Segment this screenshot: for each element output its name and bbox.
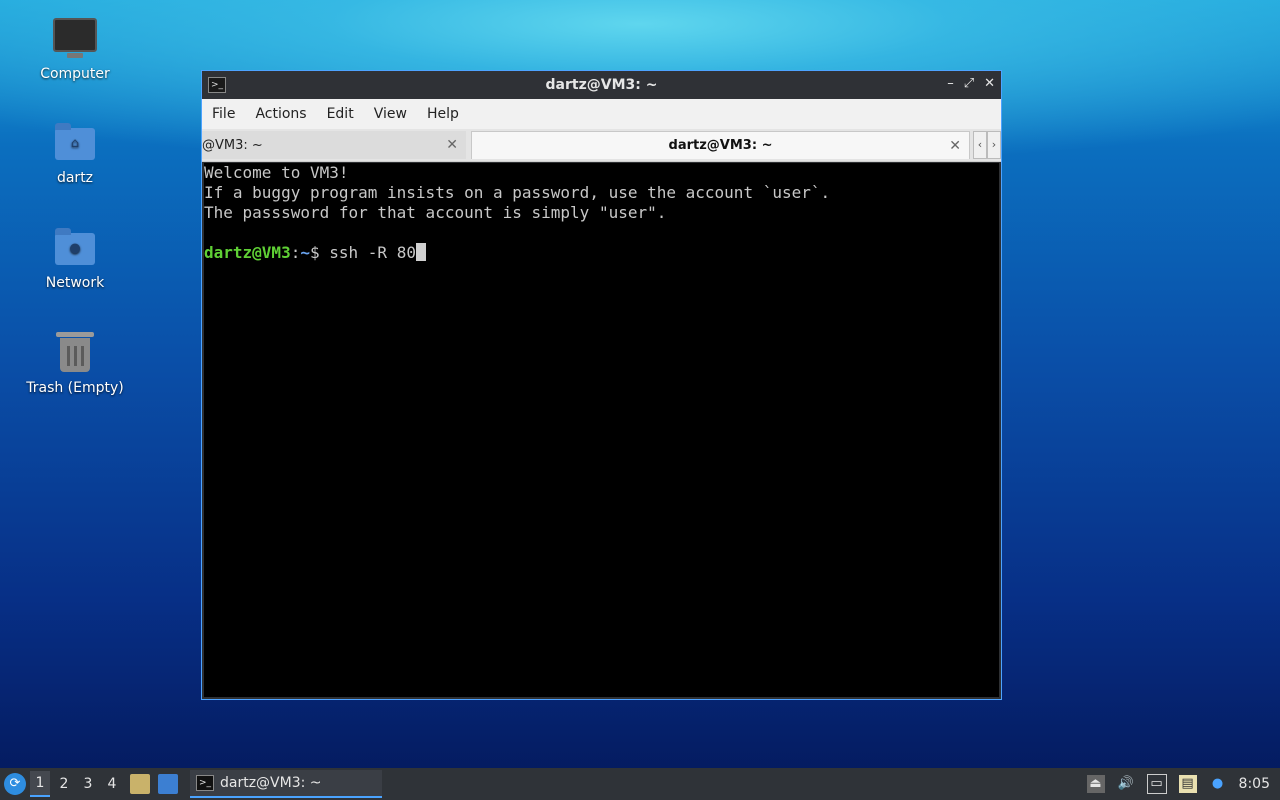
close-button[interactable]: ✕ (984, 76, 995, 91)
file-manager-icon[interactable] (130, 774, 150, 794)
menu-edit[interactable]: Edit (317, 106, 364, 122)
maximize-button[interactable]: ⤢ (964, 76, 974, 91)
desktop-icon-trash[interactable]: Trash (Empty) (20, 330, 130, 396)
tab-label: @VM3: ~ (202, 137, 263, 153)
trash-icon (53, 330, 97, 374)
prompt-symbol: $ (309, 243, 320, 262)
menubar: File Actions Edit View Help (202, 99, 1001, 129)
terminal-app-icon: >_ (196, 775, 214, 791)
prompt-command: ssh -R 80 (319, 243, 416, 262)
desktop-icon-label: Network (45, 275, 105, 291)
workspace-3[interactable]: 3 (78, 772, 98, 796)
clock[interactable]: 8:05 (1239, 776, 1270, 792)
desktop-icon-dartz[interactable]: ⌂ dartz (20, 120, 130, 186)
taskbar: ⟳ 1 2 3 4 >_ dartz@VM3: ~ ⏏ 🔊 ▭ ▤ ● 8:05 (0, 768, 1280, 800)
tab-close-icon[interactable]: ✕ (446, 137, 458, 153)
menu-actions[interactable]: Actions (245, 106, 316, 122)
terminal-prompt-line[interactable]: dartz@VM3:~$ ssh -R 80 (204, 243, 999, 263)
eject-icon[interactable]: ⏏ (1086, 775, 1105, 793)
terminal-window[interactable]: >_ dartz@VM3: ~ – ⤢ ✕ File Actions Edit … (201, 70, 1002, 700)
desktop-icon-label: Trash (Empty) (26, 380, 124, 396)
window-title: dartz@VM3: ~ (545, 77, 658, 93)
task-label: dartz@VM3: ~ (220, 775, 322, 791)
desktop-icon-label: Computer (40, 66, 110, 82)
tab-2[interactable]: dartz@VM3: ~ ✕ (471, 131, 970, 159)
menu-help[interactable]: Help (417, 106, 469, 122)
terminal-line: The passsword for that account is simply… (204, 203, 667, 222)
window-titlebar[interactable]: >_ dartz@VM3: ~ – ⤢ ✕ (202, 71, 1001, 99)
taskbar-task-terminal[interactable]: >_ dartz@VM3: ~ (190, 770, 382, 798)
clipboard-icon[interactable]: ▤ (1178, 775, 1197, 793)
tab-scroll-left-button[interactable]: ‹ (973, 131, 987, 159)
network-icon[interactable]: ▭ (1146, 774, 1167, 794)
system-tray: ⏏ 🔊 ▭ ▤ ● 8:05 (1086, 768, 1270, 800)
tab-close-icon[interactable]: ✕ (949, 138, 961, 154)
tab-bar: @VM3: ~ ✕ dartz@VM3: ~ ✕ ‹ › (202, 129, 1001, 162)
prompt-path: ~ (300, 243, 310, 262)
tab-scroll-right-button[interactable]: › (987, 131, 1001, 159)
minimize-button[interactable]: – (947, 76, 954, 91)
network-folder-icon: ● (53, 225, 97, 269)
tab-label: dartz@VM3: ~ (668, 138, 773, 153)
app-menu-icon[interactable]: ⟳ (4, 773, 26, 795)
terminal-output[interactable]: Welcome to VM3! If a buggy program insis… (204, 163, 999, 697)
desktop-icon-label: dartz (56, 170, 94, 186)
workspace-4[interactable]: 4 (102, 772, 122, 796)
terminal-line: If a buggy program insists on a password… (204, 183, 831, 202)
workspace-1[interactable]: 1 (30, 771, 50, 797)
menu-view[interactable]: View (364, 106, 417, 122)
desktop-icon-computer[interactable]: Computer (20, 16, 130, 82)
text-cursor (415, 243, 426, 261)
prompt-user: dartz@VM3 (204, 243, 291, 262)
volume-icon[interactable]: 🔊 (1117, 775, 1135, 793)
show-desktop-icon[interactable] (158, 774, 178, 794)
prompt-separator: : (290, 243, 301, 262)
workspace-2[interactable]: 2 (54, 772, 74, 796)
desktop-icon-network[interactable]: ● Network (20, 225, 130, 291)
tab-1[interactable]: @VM3: ~ ✕ (202, 131, 466, 159)
menu-file[interactable]: File (202, 106, 245, 122)
home-folder-icon: ⌂ (53, 120, 97, 164)
terminal-line: Welcome to VM3! (204, 163, 349, 182)
notification-icon[interactable]: ● (1209, 775, 1227, 793)
computer-icon (53, 16, 97, 60)
